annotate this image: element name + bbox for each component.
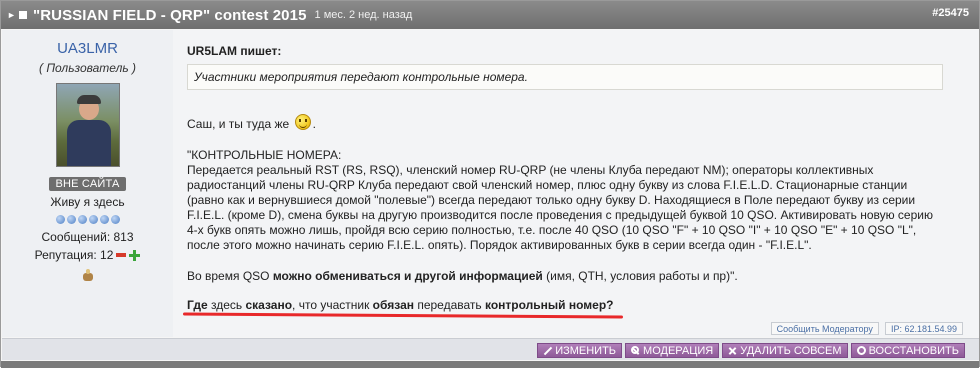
smiley-icon <box>294 114 311 130</box>
x-icon <box>728 346 737 355</box>
post-title[interactable]: "RUSSIAN FIELD - QRP" contest 2015 <box>33 7 307 24</box>
block-line-6: после этого можно начинать серию F.I.E.L… <box>187 238 812 252</box>
author-name[interactable]: UA3LMR <box>2 40 173 57</box>
red-underline <box>182 312 624 319</box>
action-bar: ИЗМЕНИТЬ МОДЕРАЦИЯ УДАЛИТЬ СОВСЕМ ВОССТА… <box>2 338 979 360</box>
action-buttons: ИЗМЕНИТЬ МОДЕРАЦИЯ УДАЛИТЬ СОВСЕМ ВОССТА… <box>537 343 965 358</box>
block-line-4: F.I.E.L. (кроме D), смена буквы на другу… <box>187 208 933 222</box>
ip-address: IP: 62.181.54.99 <box>884 322 963 335</box>
status-badge: ВНЕ САЙТА <box>49 177 126 191</box>
author-messages: Сообщений: 813 <box>41 230 134 244</box>
meta-bar: Сообщить Модератору IP: 62.181.54.99 <box>770 322 963 335</box>
restore-icon <box>856 346 866 355</box>
author-location: Живу я здесь <box>50 195 125 209</box>
plus-icon[interactable] <box>129 249 141 261</box>
post-time: 1 мес. 2 нед. назад <box>314 9 413 21</box>
award-icon <box>81 268 95 282</box>
forum-post: ► "RUSSIAN FIELD - QRP" contest 2015 1 м… <box>0 0 980 368</box>
moderate-button[interactable]: МОДЕРАЦИЯ <box>625 343 720 358</box>
block-line-5: 4-х букв опять можно лишь, пройдя всю се… <box>187 223 917 237</box>
rank-dot-icon <box>110 215 120 224</box>
collapse-arrow-icon[interactable]: ► <box>7 10 17 20</box>
author-role: ( Пользователь ) <box>39 61 136 75</box>
avatar[interactable] <box>55 83 120 167</box>
delete-button[interactable]: УДАЛИТЬ СОВСЕМ <box>722 343 848 358</box>
question-line: Где здесь сказано, что участник обязан п… <box>187 298 614 312</box>
pencil-icon <box>543 346 552 355</box>
rank-dot-icon <box>99 215 109 224</box>
post-content: UR5LAM пишет: Участники мероприятия пере… <box>173 30 979 337</box>
minus-icon[interactable] <box>116 253 127 257</box>
reply-line: Саш, и ты туда же . <box>187 114 947 132</box>
block-heading: "КОНТРОЛЬНЫЕ НОМЕРА: <box>187 148 342 162</box>
question-part: Где <box>187 298 208 312</box>
post-id-link[interactable]: #25475 <box>932 7 969 19</box>
block-line-3: (равно как и вернувшиеся домой "полевые"… <box>187 193 916 207</box>
quote-box: Участники мероприятия передают контрольн… <box>187 64 943 90</box>
restore-button[interactable]: ВОССТАНОВИТЬ <box>850 343 965 358</box>
rank-dot-icon <box>66 215 76 224</box>
edit-button[interactable]: ИЗМЕНИТЬ <box>537 343 623 358</box>
message-body: Саш, и ты туда же . "КОНТРОЛЬНЫЕ НОМЕРА:… <box>187 114 947 284</box>
question-part: , что участник <box>292 298 373 312</box>
reply-text: Саш, и ты туда же <box>187 117 290 131</box>
question-part: сказано <box>245 298 293 312</box>
info-line: Во время QSO можно обмениваться и другой… <box>187 269 738 283</box>
wrench-icon <box>631 346 640 355</box>
rank-dot-icon <box>55 215 65 224</box>
block-line-1: Передается реальный RST (RS, RSQ), членс… <box>187 163 874 177</box>
reply-end: . <box>312 117 316 131</box>
square-icon <box>19 11 27 19</box>
quote-author: UR5LAM пишет: <box>187 44 282 58</box>
post-header: ► "RUSSIAN FIELD - QRP" contest 2015 1 м… <box>1 1 979 29</box>
question-part: здесь <box>207 298 246 312</box>
reputation-label: Репутация: 12 <box>34 248 114 262</box>
question-part: контрольный номер? <box>485 298 614 312</box>
rank-dots <box>2 215 173 224</box>
question-part: передавать <box>414 298 485 312</box>
rank-dot-icon <box>88 215 98 224</box>
reputation: Репутация: 12 <box>2 248 173 262</box>
report-moderator-link[interactable]: Сообщить Модератору <box>770 322 879 335</box>
author-panel: UA3LMR ( Пользователь ) ВНЕ САЙТА Живу я… <box>2 30 173 337</box>
quote-text: Участники мероприятия передают контрольн… <box>194 70 528 84</box>
block-line-2: радиостанций члены RU-QRP Клуба передают… <box>187 178 908 192</box>
question-part: обязан <box>372 298 414 312</box>
rank-dot-icon <box>77 215 87 224</box>
